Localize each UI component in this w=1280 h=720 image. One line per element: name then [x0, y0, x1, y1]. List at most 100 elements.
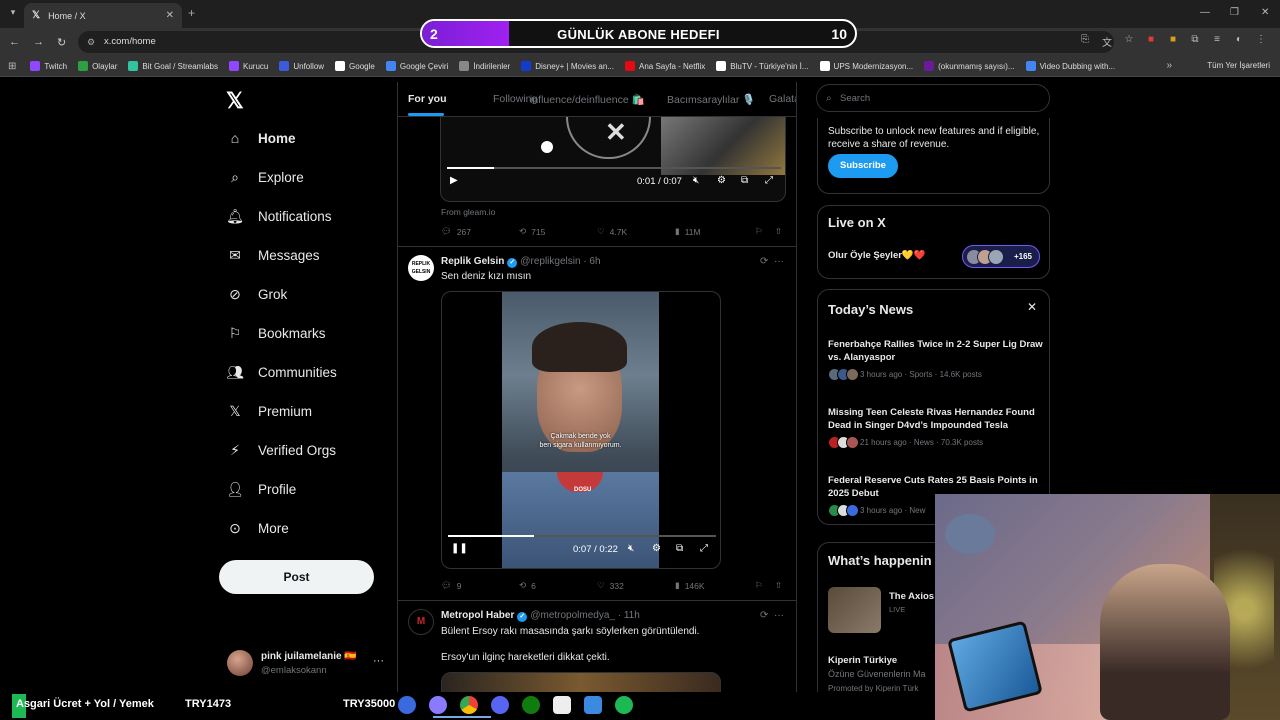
bookmark-item[interactable]: Video Dubbing with... [1025, 61, 1115, 71]
tweet-menu[interactable]: ⟳ ··· [760, 610, 784, 621]
post-button[interactable]: Post [219, 560, 374, 594]
bookmark-item[interactable]: Olaylar [78, 61, 117, 71]
nav-item-notifications[interactable]: 🔔︎ Notifications [226, 207, 331, 225]
more-bookmarks-icon[interactable]: » [1166, 60, 1172, 71]
bookmark-item[interactable]: Kurucu [229, 61, 268, 71]
tab-influence[interactable]: influence/deinfluence 🛍️ [530, 93, 645, 106]
card-source[interactable]: From gleam.io [441, 207, 495, 217]
app-icon[interactable] [553, 696, 571, 714]
browser-tab[interactable]: 𝕏 Home / X ✕ [24, 3, 182, 28]
extension-red-icon[interactable]: ■ [1144, 34, 1158, 49]
live-listeners-pill[interactable]: +165 [962, 245, 1040, 268]
nav-item-explore[interactable]: ⌕ Explore [226, 168, 304, 186]
install-icon[interactable]: ⎘ [1078, 34, 1092, 49]
bookmark-item[interactable]: Disney+ | Movies an... [521, 61, 614, 71]
avatar[interactable]: REPLIK GELSIN [408, 255, 434, 281]
promo-name[interactable]: Kiperin Türkiye [828, 655, 897, 666]
grok-icon[interactable]: ⟳ [760, 610, 768, 621]
nav-item-grok[interactable]: ⊘ Grok [226, 285, 287, 303]
x-logo-icon[interactable]: 𝕏 [226, 88, 244, 114]
star-icon[interactable]: ☆ [1122, 34, 1136, 49]
account-switcher[interactable]: pink juilamelanie 🇪🇸 @emlaksokann ··· [224, 647, 394, 683]
bookmark-item[interactable]: Google Çeviri [385, 61, 448, 71]
repost-button[interactable]: ⟲ 715 [519, 226, 545, 237]
repost-button[interactable]: ⟲ 6 [519, 580, 536, 591]
fullscreen-icon[interactable]: ⤢ [765, 175, 773, 186]
grok-icon[interactable]: ⟳ [760, 256, 768, 267]
nav-item-home[interactable]: ⌂ Home [226, 129, 296, 147]
pip-icon[interactable]: ⧉ [676, 543, 683, 554]
translate-icon[interactable]: 文 [1100, 34, 1114, 49]
window-close-icon[interactable]: ✕ [1261, 7, 1269, 18]
bookmark-item[interactable]: Ana Sayfa - Netflix [625, 61, 705, 71]
more-dots-icon[interactable]: ··· [774, 256, 784, 267]
like-button[interactable]: ♡ 332 [597, 580, 624, 591]
bookmark-item[interactable]: Twitch [30, 61, 67, 71]
bookmark-item[interactable]: Unfollow [279, 61, 324, 71]
trend-title[interactable]: The Axios [889, 591, 934, 602]
video-progress-bar[interactable] [448, 535, 716, 537]
tab-galata[interactable]: Galata [769, 93, 796, 105]
live-space-title[interactable]: Olur Öyle Şeyler💛❤️ [828, 250, 926, 261]
mute-icon[interactable]: 🔇︎ [628, 543, 634, 554]
settings-icon[interactable]: ⚙ [652, 543, 661, 554]
bookmark-item[interactable]: Bit Goal / Streamlabs [128, 61, 218, 71]
app-icon[interactable] [429, 696, 447, 714]
news-item[interactable]: Fenerbahçe Rallies Twice in 2-2 Super Li… [828, 338, 1043, 381]
more-dots-icon[interactable]: ··· [774, 610, 784, 621]
menu-icon[interactable]: ⋮ [1254, 34, 1268, 49]
share-icon[interactable]: ⇧ [775, 226, 782, 237]
nav-item-bookmarks[interactable]: ⚐ Bookmarks [226, 324, 326, 342]
extension-yellow-icon[interactable]: ■ [1166, 34, 1180, 49]
tweet-author[interactable]: Metropol Haber ✓ @metropolmedya_ · 11h [441, 610, 640, 622]
media-icon[interactable]: ≡ [1210, 34, 1224, 49]
tab-for-you[interactable]: For you [408, 93, 447, 105]
minimize-icon[interactable]: — [1200, 7, 1210, 18]
nav-item-profile[interactable]: 👤︎ Profile [226, 480, 296, 498]
tab-search-icon[interactable]: ▾ [6, 7, 20, 21]
pause-icon[interactable]: ❚❚ [451, 543, 468, 554]
nav-item-premium[interactable]: 𝕏 Premium [226, 402, 312, 420]
bookmark-icon[interactable]: ⚐ [755, 580, 763, 591]
app-icon[interactable] [584, 696, 602, 714]
views-button[interactable]: ▮ 11M [675, 226, 701, 237]
pip-icon[interactable]: ⧉ [741, 175, 748, 186]
reply-button[interactable]: 💬︎ 267 [441, 226, 471, 237]
profile-icon[interactable]: ◐ [1232, 34, 1246, 49]
bookmark-item[interactable]: BluTV - Türkiye'nin İ... [716, 61, 809, 71]
new-tab-icon[interactable]: + [188, 6, 195, 20]
tweet-media[interactable] [441, 672, 721, 692]
extensions-icon[interactable]: ⧉ [1188, 34, 1202, 49]
bookmark-item[interactable]: UPS Modernizasyon... [819, 61, 913, 71]
settings-icon[interactable]: ⚙ [717, 175, 726, 186]
news-item[interactable]: Missing Teen Celeste Rivas Hernandez Fou… [828, 406, 1043, 449]
apps-icon[interactable]: ⊞ [8, 61, 16, 72]
tweet-video[interactable]: Çakmak bende yok ben sigara kullanmıyoru… [441, 291, 721, 569]
avatar[interactable]: M [408, 609, 434, 635]
tab-bacimsaraylilar[interactable]: Bacımsaraylılar 🎙️ [667, 93, 755, 106]
nav-item-communities[interactable]: 👥︎ Communities [226, 363, 337, 381]
chrome-icon[interactable] [460, 696, 478, 714]
all-bookmarks-link[interactable]: Tüm Yer İşaretleri [1207, 61, 1270, 70]
nav-item-verified-orgs[interactable]: ⚡︎ Verified Orgs [226, 441, 336, 459]
mute-icon[interactable]: 🔇︎ [693, 175, 699, 186]
subscribe-button[interactable]: Subscribe [828, 154, 898, 178]
bookmark-item[interactable]: (okunmamış sayısı)... [924, 61, 1015, 71]
views-button[interactable]: ▮ 146K [675, 580, 705, 591]
reply-button[interactable]: 💬︎ 9 [441, 580, 462, 591]
site-info-icon[interactable]: ⚙ [87, 31, 95, 53]
tweet-video[interactable]: ✕ ▶ 0:01 / 0:07 🔇︎ ⚙ ⧉ ⤢ [440, 117, 786, 202]
like-button[interactable]: ♡ 4.7K [597, 226, 627, 237]
more-dots-icon[interactable]: ··· [373, 655, 384, 667]
forward-icon[interactable]: → [33, 36, 44, 48]
spotify-icon[interactable] [615, 696, 633, 714]
share-icon[interactable]: ⇧ [775, 580, 782, 591]
nav-item-more[interactable]: ⊙ More [226, 519, 289, 537]
bookmark-item[interactable]: İndirilenler [459, 61, 510, 71]
reload-icon[interactable]: ↻ [57, 36, 66, 49]
fullscreen-icon[interactable]: ⤢ [700, 543, 708, 554]
bookmark-icon[interactable]: ⚐ [755, 226, 763, 237]
bookmark-item[interactable]: Google [335, 61, 375, 71]
trend-thumbnail[interactable] [828, 587, 881, 633]
xbox-icon[interactable] [522, 696, 540, 714]
